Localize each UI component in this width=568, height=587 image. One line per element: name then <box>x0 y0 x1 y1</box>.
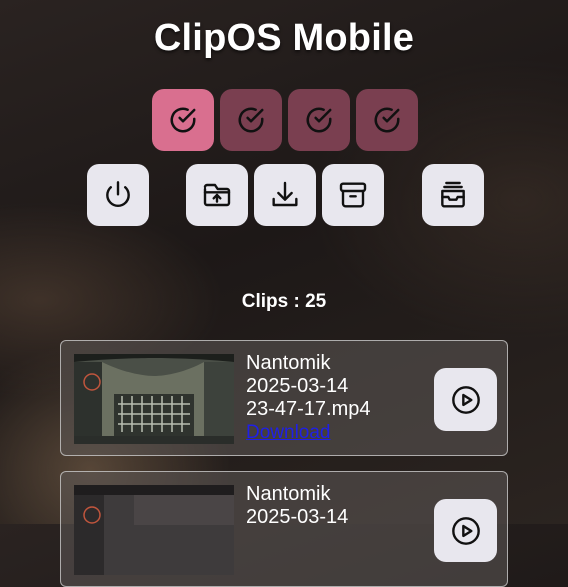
upload-folder-button[interactable] <box>186 164 248 226</box>
power-icon <box>106 181 130 207</box>
play-button[interactable] <box>434 499 497 562</box>
app-title: ClipOS Mobile <box>153 17 415 59</box>
clip-info: Nantomik 2025-03-14 23-47-17.mp4 Downloa… <box>246 352 371 444</box>
folder-upload-icon <box>203 183 231 207</box>
clip-date: 2025-03-14 <box>246 375 349 397</box>
power-button[interactable] <box>87 164 149 226</box>
check-circle-icon <box>238 107 264 133</box>
clip-card: Nantomik 2025-03-14 <box>60 471 508 587</box>
toggle-4[interactable] <box>356 89 418 151</box>
inbox-button[interactable] <box>422 164 484 226</box>
inbox-stack-icon <box>441 181 465 208</box>
toggle-1[interactable] <box>152 89 214 151</box>
check-circle-icon <box>374 107 400 133</box>
archive-icon <box>339 182 367 208</box>
play-button[interactable] <box>434 368 497 431</box>
clip-title: Nantomik <box>246 483 331 505</box>
clip-thumbnail[interactable] <box>74 354 234 444</box>
download-icon <box>272 181 298 207</box>
check-circle-icon <box>306 107 332 133</box>
play-circle-icon <box>451 516 480 545</box>
toggle-2[interactable] <box>220 89 282 151</box>
clip-info: Nantomik 2025-03-14 <box>246 483 348 529</box>
clip-filename: 23-47-17.mp4 <box>246 398 371 420</box>
clip-title: Nantomik <box>246 352 331 374</box>
clip-thumbnail[interactable] <box>74 485 234 575</box>
check-circle-icon <box>170 107 196 133</box>
toggle-3[interactable] <box>288 89 350 151</box>
play-circle-icon <box>451 385 480 414</box>
archive-button[interactable] <box>322 164 384 226</box>
download-link[interactable]: Download <box>246 422 331 443</box>
download-button[interactable] <box>254 164 316 226</box>
clip-date: 2025-03-14 <box>246 506 349 528</box>
clips-count: Clips : 25 <box>241 291 327 312</box>
clip-card: Nantomik 2025-03-14 23-47-17.mp4 Downloa… <box>60 340 508 456</box>
